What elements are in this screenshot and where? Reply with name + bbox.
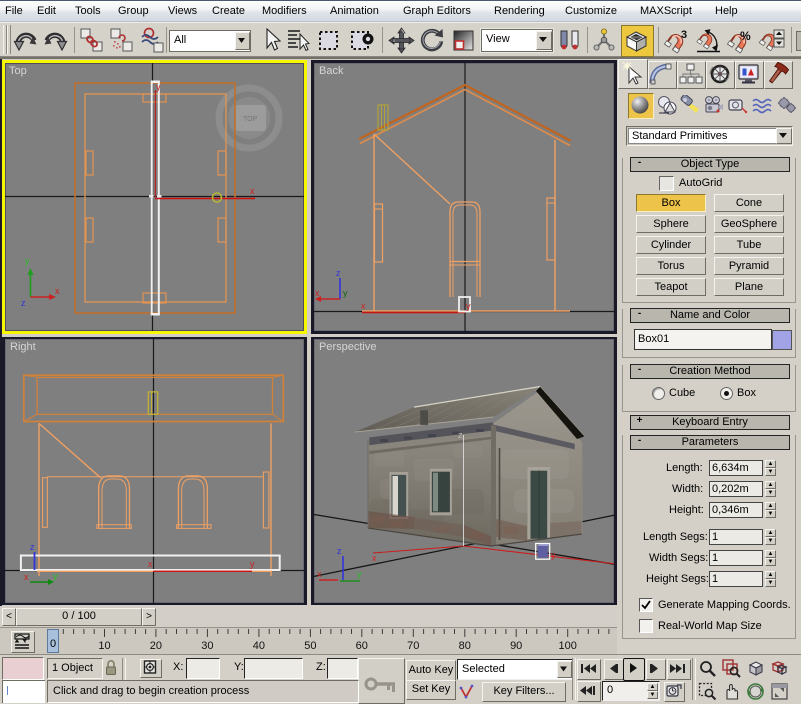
svg-text:3: 3 (681, 29, 687, 41)
svg-text:y: y (156, 82, 161, 92)
svg-text:80: 80 (459, 640, 471, 652)
svg-text:x: x (317, 569, 322, 579)
svg-text:y: y (466, 301, 471, 311)
svg-text:40: 40 (253, 640, 265, 652)
svg-text:70: 70 (407, 640, 419, 652)
svg-text:100: 100 (559, 640, 577, 652)
svg-text:x: x (315, 288, 320, 298)
svg-text:z: z (336, 268, 341, 278)
svg-text:y: y (250, 559, 255, 569)
svg-text:y: y (53, 571, 58, 581)
svg-text:y: y (25, 256, 30, 266)
svg-text:y: y (343, 288, 348, 298)
svg-text:x: x (361, 301, 366, 311)
svg-text:y: y (357, 569, 362, 579)
svg-text:z: z (458, 430, 463, 440)
svg-text:x: x (372, 553, 377, 563)
svg-text:TOP: TOP (243, 116, 258, 123)
svg-text:90: 90 (510, 640, 522, 652)
svg-text:z: z (30, 542, 35, 552)
svg-text:x: x (148, 559, 153, 569)
svg-text:x: x (250, 186, 255, 196)
svg-text:z: z (21, 298, 26, 308)
svg-text:%: % (740, 29, 751, 43)
svg-text:x: x (24, 572, 29, 582)
svg-text:y: y (551, 550, 556, 560)
svg-text:30: 30 (201, 640, 213, 652)
svg-text:10: 10 (98, 640, 110, 652)
svg-text:50: 50 (304, 640, 316, 652)
svg-text:x: x (55, 286, 60, 296)
svg-text:20: 20 (150, 640, 162, 652)
svg-text:60: 60 (356, 640, 368, 652)
svg-text:z: z (337, 546, 342, 556)
